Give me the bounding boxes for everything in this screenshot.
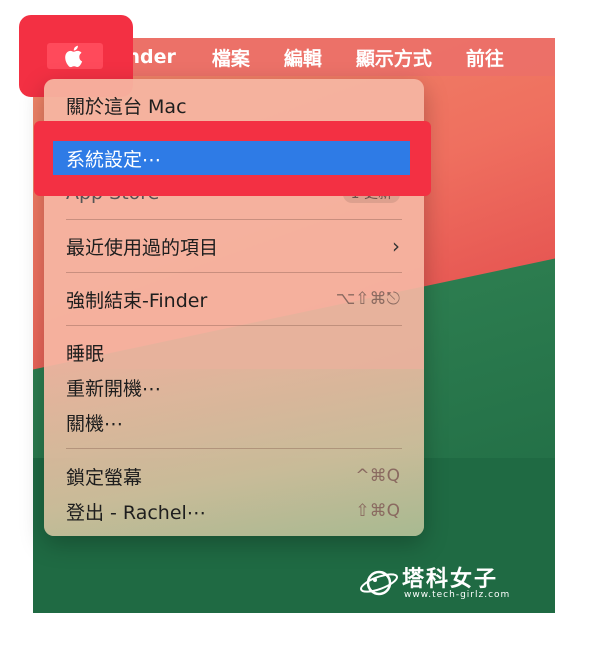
menu-item-label: 系統設定⋯ [66, 148, 162, 171]
watermark-title: 塔科女子 [402, 567, 499, 592]
planet-logo-icon [360, 570, 398, 596]
menu-item-label: 關機⋯ [66, 412, 124, 435]
menu-separator [66, 272, 402, 273]
menu-item-label: 關於這台 Mac [66, 95, 187, 118]
menu-go[interactable]: 前往 [466, 44, 504, 71]
menu-item-label: 登出 - Rachel⋯ [66, 501, 206, 524]
menu-item-about-mac[interactable]: 關於這台 Mac [44, 88, 424, 122]
watermark-url: www.tech-girlz.com [404, 590, 511, 600]
menu-file[interactable]: 檔案 [212, 44, 250, 71]
menu-item-system-settings[interactable]: 系統設定⋯ [53, 141, 410, 175]
menu-item-restart[interactable]: 重新開機⋯ [44, 370, 424, 404]
menu-item-label: 睡眠 [66, 342, 105, 365]
menu-edit[interactable]: 編輯 [284, 44, 322, 71]
shortcut-force-quit: ⌥⇧⌘⎋ [335, 289, 400, 309]
menu-separator [66, 448, 402, 449]
apple-menu-button[interactable] [47, 43, 103, 69]
menu-separator [66, 219, 402, 220]
menu-item-label: 最近使用過的項目 [66, 236, 219, 259]
menu-item-label: 重新開機⋯ [66, 377, 162, 400]
menu-item-lock-screen[interactable]: 鎖定螢幕 ^⌘Q [44, 459, 424, 493]
watermark: 塔科女子 www.tech-girlz.com [357, 561, 527, 605]
menu-item-log-out[interactable]: 登出 - Rachel⋯ ⇧⌘Q [44, 494, 424, 528]
menu-item-recent-items[interactable]: 最近使用過的項目 › [44, 229, 424, 263]
menu-view[interactable]: 顯示方式 [356, 44, 432, 71]
shortcut-log-out: ⇧⌘Q [355, 501, 400, 521]
chevron-right-icon: › [392, 234, 400, 258]
menu-separator [66, 325, 402, 326]
menu-item-force-quit[interactable]: 強制結束-Finder ⌥⇧⌘⎋ [44, 282, 424, 316]
menu-item-shutdown[interactable]: 關機⋯ [44, 405, 424, 439]
menu-item-sleep[interactable]: 睡眠 [44, 335, 424, 369]
menu-item-label: 強制結束-Finder [66, 289, 208, 312]
shortcut-lock-screen: ^⌘Q [355, 466, 400, 486]
apple-icon [65, 45, 83, 68]
menu-item-label: 鎖定螢幕 [66, 466, 143, 489]
